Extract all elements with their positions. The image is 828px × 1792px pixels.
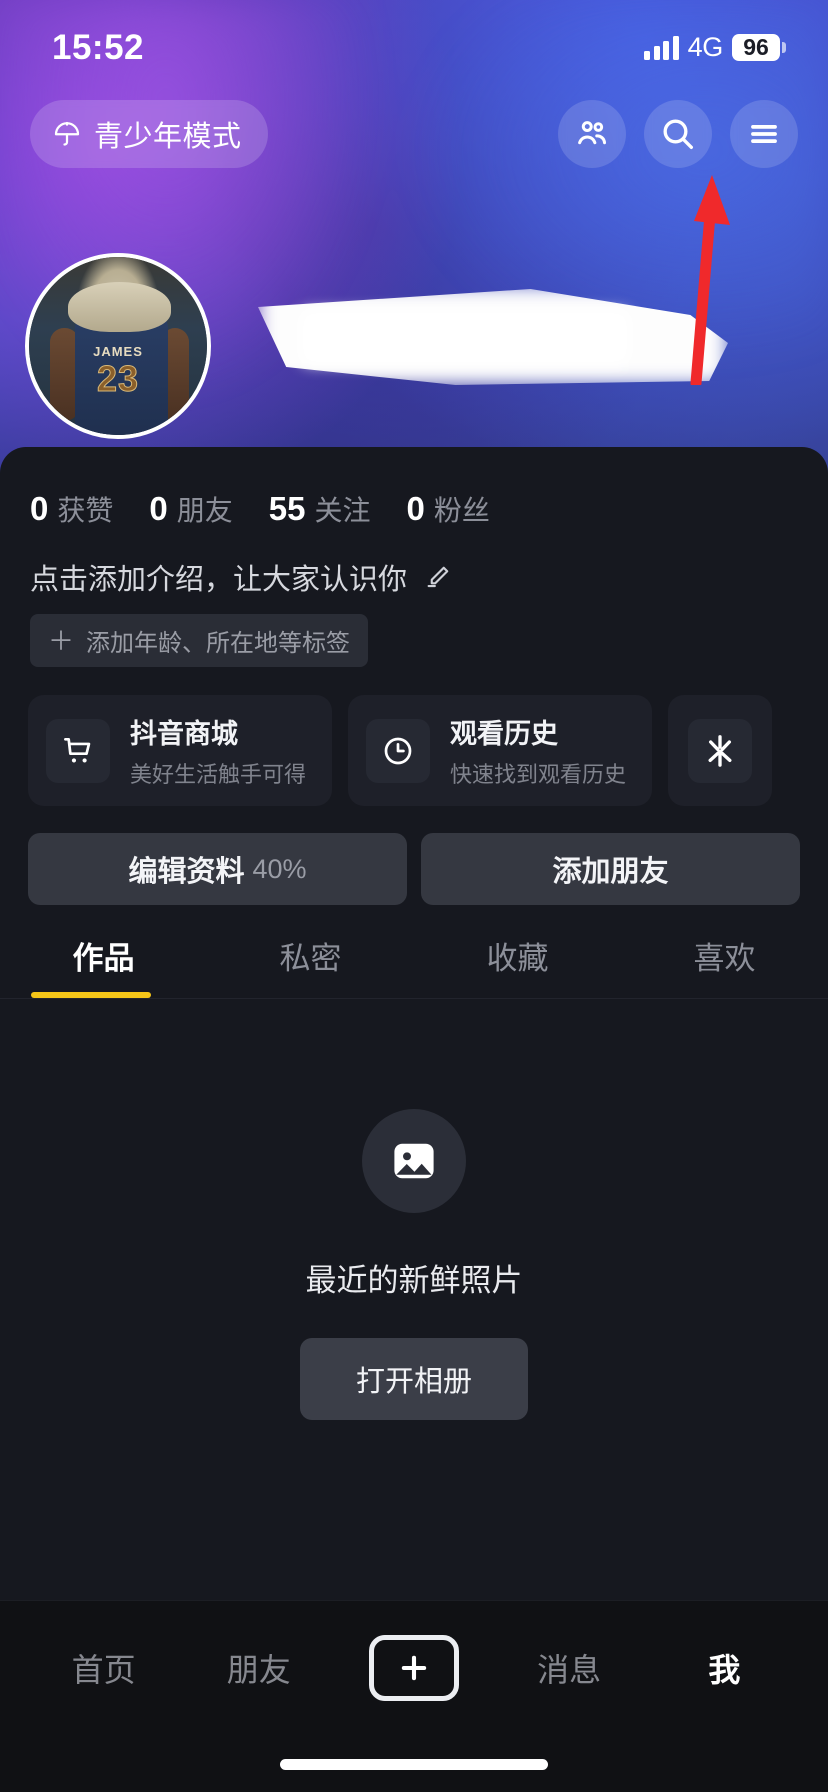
nav-home-label: 首页	[71, 1652, 136, 1688]
empty-state: 最近的新鲜照片 打开相册	[0, 999, 828, 1420]
status-bar-right: 4G 96	[644, 32, 786, 63]
tab-favorites-label: 收藏	[486, 941, 549, 976]
edit-profile-percent: 40%	[252, 853, 307, 884]
plus-create-icon	[368, 1635, 459, 1701]
hamburger-menu-button[interactable]	[730, 100, 798, 168]
image-placeholder-icon-wrap	[362, 1109, 466, 1213]
tab-favorites[interactable]: 收藏	[414, 933, 621, 998]
spark-icon	[708, 734, 732, 767]
network-type-label: 4G	[687, 32, 724, 62]
nav-me[interactable]: 我	[679, 1645, 769, 1691]
stat-likes-count: 0	[30, 490, 49, 527]
avatar-image: JAMES 23	[29, 257, 207, 435]
teen-mode-button[interactable]: 青少年模式	[30, 100, 268, 168]
add-friend-label: 添加朋友	[552, 856, 669, 888]
clock-icon	[384, 737, 412, 764]
red-arrow-annotation	[690, 175, 730, 385]
bio-placeholder-text: 点击添加介绍，让大家认识你	[30, 564, 408, 596]
pencil-icon	[427, 566, 449, 588]
stat-friends-label: 朋友	[176, 495, 233, 526]
tab-works[interactable]: 作品	[0, 933, 207, 998]
bio-row[interactable]: 点击添加介绍，让大家认识你	[0, 529, 828, 598]
nav-messages-label: 消息	[537, 1652, 602, 1688]
profile-panel: 0 获赞 0 朋友 55 关注 0 粉丝 点击添加介绍，让大家认识你 ＋ 添加年…	[0, 447, 828, 1600]
clock-icon-wrap	[366, 718, 431, 783]
battery-percent-label: 96	[732, 34, 780, 61]
shortcut-card-history-text: 观看历史 快速找到观看历史	[450, 712, 626, 789]
display-name-redacted-2	[300, 310, 630, 365]
avatar[interactable]: JAMES 23	[25, 253, 211, 439]
battery-cap	[782, 42, 786, 53]
tab-likes[interactable]: 喜欢	[621, 933, 828, 998]
add-friend-button[interactable]: 添加朋友	[421, 833, 800, 905]
status-bar: 15:52 4G 96	[0, 0, 828, 95]
search-icon	[663, 119, 693, 149]
bottom-nav-items: 首页 朋友 消息 我	[0, 1601, 828, 1701]
stat-likes[interactable]: 0 获赞	[30, 489, 113, 529]
tab-likes-label: 喜欢	[693, 941, 756, 976]
stat-friends[interactable]: 0 朋友	[149, 489, 232, 529]
nav-create[interactable]	[368, 1635, 459, 1701]
shortcut-card-history-title: 观看历史	[450, 719, 559, 749]
tab-active-underline	[31, 992, 151, 998]
umbrella-icon	[54, 121, 80, 146]
shortcut-card-history[interactable]: 观看历史 快速找到观看历史	[348, 695, 653, 806]
tab-private-label: 私密	[279, 941, 342, 976]
shortcut-card-history-subtitle: 快速找到观看历史	[450, 762, 627, 787]
phone-screen: 15:52 4G 96 青少年模式 JAMES 23 0 获赞 0 朋友 55 …	[0, 0, 828, 1792]
plus-icon: ＋	[48, 625, 75, 656]
empty-state-title: 最近的新鲜照片	[305, 1263, 523, 1298]
battery-icon: 96	[732, 34, 786, 61]
open-album-button[interactable]: 打开相册	[299, 1338, 528, 1420]
status-bar-time: 15:52	[52, 27, 145, 67]
add-friends-button[interactable]	[558, 100, 626, 168]
edit-profile-label: 编辑资料	[128, 856, 245, 888]
shopping-cart-icon-wrap	[46, 718, 110, 783]
add-tags-chip[interactable]: ＋ 添加年龄、所在地等标签	[30, 614, 369, 667]
avatar-jersey-name: JAMES	[93, 344, 143, 360]
shortcut-card-mall-title: 抖音商城	[130, 719, 238, 749]
tab-private[interactable]: 私密	[207, 933, 414, 998]
bottom-navigation-bar: 首页 朋友 消息 我	[0, 1600, 828, 1792]
stat-following-count: 55	[268, 490, 306, 527]
nav-friends[interactable]: 朋友	[214, 1645, 304, 1691]
profile-action-buttons: 编辑资料 40% 添加朋友	[0, 806, 828, 905]
hamburger-menu-icon	[751, 125, 777, 143]
shortcut-cards: 抖音商城 美好生活触手可得 观看历史 快速找到观看历史	[0, 667, 828, 806]
image-placeholder-icon	[394, 1143, 434, 1179]
spark-icon-wrap	[688, 718, 753, 783]
stat-following-label: 关注	[314, 495, 371, 526]
content-tabs: 作品 私密 收藏 喜欢	[0, 905, 828, 998]
nav-me-label: 我	[708, 1652, 741, 1688]
avatar-jersey-number: 23	[96, 358, 140, 400]
profile-stats: 0 获赞 0 朋友 55 关注 0 粉丝	[0, 447, 828, 529]
shortcut-card-mall[interactable]: 抖音商城 美好生活触手可得	[28, 695, 333, 806]
add-friends-icon	[578, 121, 607, 145]
nav-friends-label: 朋友	[226, 1652, 291, 1688]
add-tags-label: 添加年龄、所在地等标签	[86, 630, 351, 657]
shortcut-card-mall-subtitle: 美好生活触手可得	[130, 762, 307, 787]
nav-home[interactable]: 首页	[59, 1645, 149, 1691]
shortcut-card-mall-text: 抖音商城 美好生活触手可得	[130, 712, 306, 789]
stat-followers-label: 粉丝	[433, 495, 490, 526]
stat-friends-count: 0	[149, 490, 168, 527]
teen-mode-label: 青少年模式	[94, 121, 242, 153]
nav-messages[interactable]: 消息	[524, 1645, 614, 1691]
stat-likes-label: 获赞	[57, 495, 114, 526]
plus-icon	[401, 1655, 427, 1681]
stat-followers-count: 0	[406, 490, 425, 527]
stat-followers[interactable]: 0 粉丝	[406, 489, 489, 529]
tab-works-label: 作品	[72, 941, 135, 976]
avatar-hood	[68, 281, 172, 332]
signal-bars-icon	[644, 35, 679, 60]
home-indicator[interactable]	[280, 1759, 548, 1770]
shopping-cart-icon	[64, 737, 91, 763]
shortcut-card-third[interactable]	[668, 695, 773, 806]
stat-following[interactable]: 55 关注	[269, 489, 371, 529]
edit-profile-button[interactable]: 编辑资料 40%	[28, 833, 407, 905]
